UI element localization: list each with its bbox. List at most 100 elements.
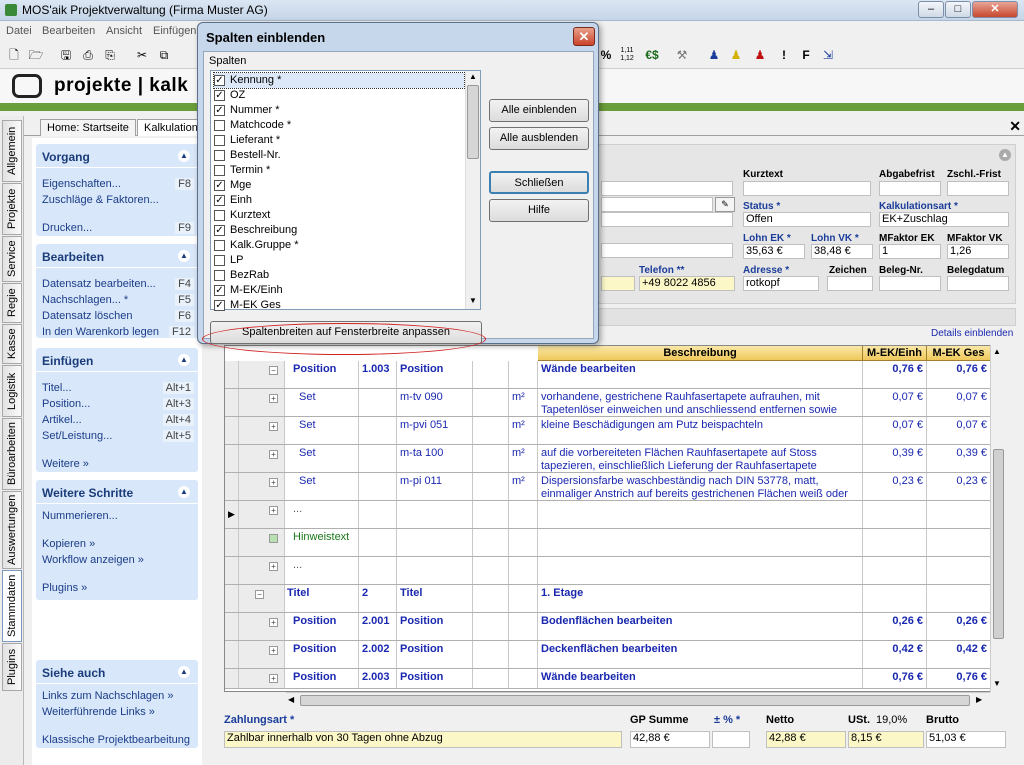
vtab-stammdaten[interactable]: Stammdaten [2,570,22,642]
cell-mek[interactable]: 0,39 € [863,445,927,472]
column-option[interactable]: ✓ Einh [214,193,464,208]
tree-cell[interactable] [239,529,285,556]
empty-cell[interactable] [473,669,509,688]
list-scroll-thumb[interactable] [467,85,479,159]
lohn-vk-field[interactable]: 38,48 € [811,244,873,259]
user-blue-icon[interactable]: ♟ [706,47,722,63]
help-button[interactable]: Hilfe [489,199,589,222]
cell-me[interactable] [509,641,538,668]
cell-mekges[interactable]: 0,07 € [927,389,991,416]
zuschlag-prozent-field[interactable] [712,731,750,748]
cell-kenn[interactable] [397,529,473,556]
expand-node-icon[interactable]: + [269,478,278,487]
action-warenkorb[interactable]: In den Warenkorb legen [42,326,159,338]
action-set-leistung[interactable]: Set/Leistung... [42,430,112,442]
cell-beschr[interactable] [538,557,863,584]
zahlungsart-field[interactable]: Zahlbar innerhalb von 30 Tagen ohne Abzu… [224,731,622,748]
tree-cell[interactable]: + [239,641,285,668]
row-selector[interactable] [225,669,239,688]
details-link[interactable]: Details einblenden [931,328,1013,339]
vtab-bueroarbeiten[interactable]: Büroarbeiten [2,418,22,490]
action-datensatz-bearbeiten[interactable]: Datensatz bearbeiten... [42,278,156,290]
belegdatum-field[interactable] [947,276,1009,291]
cell-mekges[interactable]: 0,26 € [927,613,991,640]
action-titel[interactable]: Titel... [42,382,72,394]
empty-cell[interactable] [473,585,509,612]
mfaktor-vk-field[interactable]: 1,26 [947,244,1009,259]
row-selector[interactable] [225,389,239,416]
cell-mek[interactable]: 0,42 € [863,641,927,668]
cell-mekges[interactable]: 0,76 € [927,669,991,688]
list-scrollbar[interactable]: ▲ ▼ [465,71,480,309]
menu-bearbeiten[interactable]: Bearbeiten [42,25,95,37]
column-option[interactable]: Bestell-Nr. [214,148,464,163]
cell-kenn[interactable]: m-pvi 051 [397,417,473,444]
field-blank-5[interactable] [601,276,635,291]
kalkulationsart-field[interactable]: EK+Zuschlag [879,212,1009,227]
cell-oz[interactable]: 2 [359,585,397,612]
vtab-logistik[interactable]: Logistik [2,365,22,417]
warning-icon[interactable]: ! [776,47,792,63]
cell-oz[interactable]: 2.001 [359,613,397,640]
table-row[interactable]: + Position 2.002 Position Deckenflächen bear… [225,641,991,669]
tree-cell[interactable]: + [239,389,285,416]
expand-node-icon[interactable]: + [269,562,278,571]
cell-beschr[interactable] [538,529,863,556]
copy-icon[interactable]: ⧉ [156,47,172,63]
cell-oz[interactable] [359,389,397,416]
cell-me[interactable] [509,585,538,612]
currency-icon[interactable]: €$ [644,47,660,63]
collapse-icon[interactable]: ▲ [178,354,190,366]
cell-me[interactable] [509,501,538,528]
menu-ansicht[interactable]: Ansicht [106,25,142,37]
action-zuschlaege[interactable]: Zuschläge & Faktoren... [42,194,159,206]
cell-oz[interactable] [359,501,397,528]
tree-cell[interactable]: + [239,557,285,584]
list-scroll-up-icon[interactable]: ▲ [469,72,477,81]
cell-me[interactable]: m² [509,417,538,444]
column-option[interactable]: BezRab [214,268,464,283]
checkbox[interactable] [214,270,225,281]
action-eigenschaften[interactable]: Eigenschaften... [42,178,121,190]
table-row[interactable]: + Set m-pvi 051 m² kleine Beschädigungen am … [225,417,991,445]
table-row[interactable]: − Position 1.003 Position Wände bearbeiten 0,… [225,361,991,389]
cell-type[interactable]: Position [285,669,359,688]
cell-me[interactable]: m² [509,445,538,472]
tree-cell[interactable]: + [239,473,285,500]
scroll-thumb[interactable] [993,449,1004,639]
table-row[interactable]: + Set m-tv 090 m² vorhandene, gestrichene Ra… [225,389,991,417]
cell-type[interactable]: Position [285,613,359,640]
tools-icon[interactable]: ⚒ [674,47,690,63]
cell-kenn[interactable]: Position [397,361,473,388]
column-option[interactable]: ✓ M-EK/Einh [214,283,464,298]
expand-node-icon[interactable]: + [269,646,278,655]
tree-cell[interactable]: + [239,417,285,444]
vtab-auswertungen[interactable]: Auswertungen [2,491,22,569]
scroll-up-icon[interactable]: ▲ [993,347,1001,356]
action-nachschlagen[interactable]: Nachschlagen... * [42,294,128,306]
cell-beschr[interactable]: Deckenflächen bearbeiten [538,641,863,668]
table-row[interactable]: + Set m-pi 011 m² Dispersionsfarbe waschbest… [225,473,991,501]
user-yellow-icon[interactable]: ♟ [728,47,744,63]
menu-datei[interactable]: Datei [6,25,32,37]
empty-cell[interactable] [473,529,509,556]
cell-type[interactable]: Titel [285,585,359,612]
menu-einfuegen[interactable]: Einfügen [153,25,196,37]
checkbox[interactable]: ✓ [214,225,225,236]
checkbox[interactable] [214,120,225,131]
expand-node-icon[interactable]: + [269,394,278,403]
checkbox[interactable]: ✓ [214,195,225,206]
empty-cell[interactable] [473,417,509,444]
expand-node-icon[interactable]: + [269,450,278,459]
adresse-field[interactable]: rotkopf [743,276,819,291]
cell-type[interactable]: ... [285,557,359,584]
checkbox[interactable]: ✓ [214,105,225,116]
cell-beschr[interactable]: Wände bearbeiten [538,669,863,688]
vtab-regie[interactable]: Regie [2,283,22,323]
action-artikel[interactable]: Artikel... [42,414,82,426]
grid-vertical-scrollbar[interactable]: ▲ ▼ [990,345,1006,692]
action-workflow[interactable]: Workflow anzeigen » [42,554,144,566]
action-plugins[interactable]: Plugins » [42,582,87,594]
expand-node-icon[interactable]: + [269,506,278,515]
empty-cell[interactable] [473,501,509,528]
